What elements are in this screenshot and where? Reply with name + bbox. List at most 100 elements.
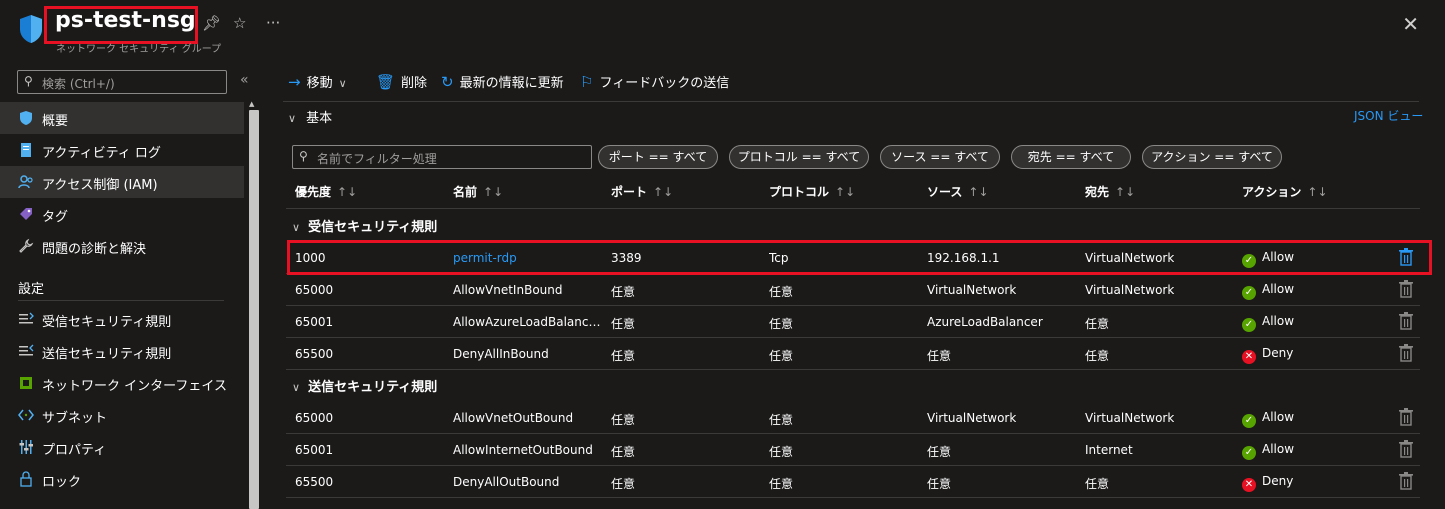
close-icon[interactable]: ✕ [1402,12,1419,36]
feedback-icon: ⚐ [580,73,594,91]
refresh-label: 最新の情報に更新 [459,76,564,91]
action-label: Allow [1262,442,1295,456]
source-filter-pill[interactable]: ソース == すべて [880,145,1000,169]
sort-icon: ↑↓ [653,185,674,199]
sidebar-item-label: ロック [42,475,82,490]
port-cell: 任意 [611,349,636,363]
action-cell: ✓ Allow [1242,442,1294,460]
group-label: 送信セキュリティ規則 [308,380,438,395]
port-cell: 任意 [611,413,636,427]
table-row[interactable]: 65500 DenyAllOutBound 任意 任意 任意 任意 ✕ Deny [286,466,1420,498]
column-protocol[interactable]: プロトコル ↑↓ [769,183,855,200]
sidebar-item-network-interfaces[interactable]: ネットワーク インターフェイス [0,367,244,399]
inbound-group-toggle[interactable]: ∨ 受信セキュリティ規則 [292,216,437,235]
pin-icon[interactable]: 📌︎ [202,14,221,32]
feedback-button[interactable]: ⚐ フィードバックの送信 [580,72,729,94]
outbound-group-toggle[interactable]: ∨ 送信セキュリティ規則 [292,376,437,395]
sidebar-scroll-thumb[interactable] [249,110,259,509]
sidebar-item-inbound-rules[interactable]: 受信セキュリティ規則 [0,303,244,335]
essentials-toggle[interactable]: ∨ 基本 [288,107,332,126]
column-priority[interactable]: 優先度 ↑↓ [295,183,357,200]
action-label: Allow [1262,314,1295,328]
column-port[interactable]: ポート ↑↓ [611,183,673,200]
source-cell: AzureLoadBalancer [927,315,1043,329]
collapse-sidebar-icon[interactable]: « [240,72,249,88]
sidebar-item-activity-log[interactable]: アクティビティ ログ [0,134,244,166]
table-row[interactable]: 65500 DenyAllInBound 任意 任意 任意 任意 ✕ Deny [286,338,1420,370]
delete-button[interactable]: 🗑︎ 削除 [376,72,427,94]
sidebar-item-label: アクセス制御 (IAM) [42,178,158,193]
port-cell: 任意 [611,285,636,299]
iam-icon [18,175,33,189]
table-row[interactable]: 65000 AllowVnetInBound 任意 任意 VirtualNetwork V… [286,274,1420,306]
inbound-icon [19,312,34,324]
sidebar-item-label: プロパティ [42,443,107,458]
action-label: Allow [1262,282,1295,296]
sidebar-item-diagnose[interactable]: 問題の診断と解決 [0,230,244,262]
sidebar-item-subnets[interactable]: サブネット [0,399,244,431]
star-icon[interactable]: ☆ [233,14,246,32]
column-source[interactable]: ソース ↑↓ [927,183,989,200]
action-filter-pill[interactable]: アクション == すべて [1142,145,1282,169]
priority-cell: 65001 [295,315,334,329]
destination-filter-pill[interactable]: 宛先 == すべて [1011,145,1131,169]
sidebar-item-tags[interactable]: タグ [0,198,244,230]
sidebar-item-label: 送信セキュリティ規則 [42,347,172,362]
name-cell: AllowInternetOutBound [453,443,593,457]
source-cell: 任意 [927,477,952,491]
delete-rule-icon [1399,472,1413,490]
name-cell: DenyAllInBound [453,347,549,361]
sidebar-item-label: アクティビティ ログ [42,146,161,161]
scroll-up-icon[interactable]: ▲ [249,100,254,108]
refresh-button[interactable]: ↻ 最新の情報に更新 [441,72,564,94]
sort-icon: ↑↓ [337,185,358,199]
tag-icon [20,208,32,220]
delete-rule-icon [1399,312,1413,330]
move-button[interactable]: → 移動 ∨ [288,72,347,94]
sidebar-item-label: ネットワーク インターフェイス [42,379,227,394]
sidebar-item-label: サブネット [42,411,108,426]
table-row[interactable]: 65001 AllowInternetOutBound 任意 任意 任意 Internet… [286,434,1420,466]
action-cell: ✓ Allow [1242,410,1294,428]
sidebar-item-iam[interactable]: アクセス制御 (IAM) [0,166,244,198]
column-name[interactable]: 名前 ↑↓ [453,183,503,200]
name-filter-input[interactable]: ⚲ 名前でフィルター処理 [292,145,592,169]
more-icon[interactable]: ··· [266,14,280,32]
column-label: ソース [927,185,963,199]
sort-icon: ↑↓ [1307,185,1328,199]
delete-rule-icon [1399,280,1413,298]
destination-cell: 任意 [1085,477,1110,491]
priority-cell: 65500 [295,475,334,489]
table-row[interactable]: 65000 AllowVnetOutBound 任意 任意 VirtualNetwork… [286,402,1420,434]
subnet-icon [18,409,34,421]
sidebar-item-properties[interactable]: プロパティ [0,431,244,463]
source-cell: 任意 [927,445,952,459]
json-view-link[interactable]: JSON ビュー [1354,107,1423,124]
protocol-filter-pill[interactable]: プロトコル == すべて [729,145,869,169]
column-label: プロトコル [769,185,830,199]
sidebar-item-overview[interactable]: 概要 [0,102,244,134]
outbound-icon [19,344,34,356]
action-label: Deny [1262,346,1294,360]
column-action[interactable]: アクション ↑↓ [1242,183,1328,200]
arrow-right-icon: → [288,73,301,91]
column-label: 名前 [453,185,478,199]
column-label: アクション [1242,185,1302,199]
table-row[interactable]: 65001 AllowAzureLoadBalancerInBound 任意 任意 Az… [286,306,1420,338]
priority-cell: 65000 [295,411,334,425]
row-highlight [287,240,1432,275]
column-destination[interactable]: 宛先 ↑↓ [1085,183,1135,200]
action-label: Allow [1262,410,1295,424]
sidebar-item-label: タグ [42,210,69,225]
search-input[interactable]: ⚲ 検索 (Ctrl+/) [17,70,227,94]
sort-icon: ↑↓ [1115,185,1136,199]
sort-icon: ↑↓ [483,185,504,199]
log-icon [21,143,31,157]
wrench-icon [19,238,34,253]
column-label: ポート [611,185,648,199]
sidebar-item-locks[interactable]: ロック [0,463,244,495]
port-filter-pill[interactable]: ポート == すべて [598,145,718,169]
sidebar-item-outbound-rules[interactable]: 送信セキュリティ規則 [0,335,244,367]
page-subtitle: ネットワーク セキュリティ グループ [56,44,222,55]
priority-cell: 65001 [295,443,334,457]
